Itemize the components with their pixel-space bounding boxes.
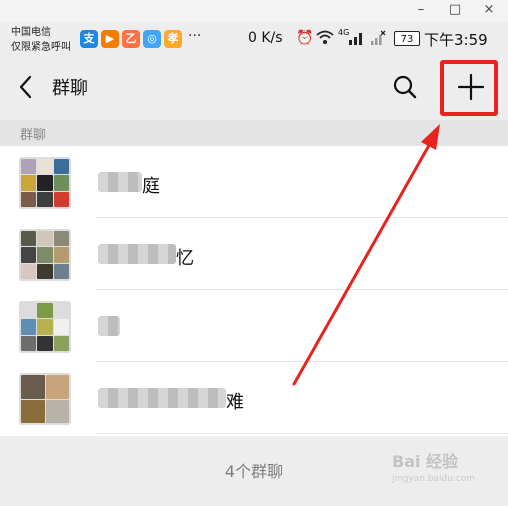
page-title: 群聊 <box>52 78 88 99</box>
no-signal-icon <box>370 30 386 50</box>
redacted-name <box>98 172 142 192</box>
section-header: 群聊 <box>0 120 508 146</box>
status-right: 0 K/s ⏰ 4G 73 下午3:59 <box>248 28 498 52</box>
carrier-info: 中国电信 仅限紧急呼叫 <box>11 25 71 55</box>
baidu-watermark: Bai 经验 jingyan.baidu.com <box>392 448 475 484</box>
clock: 下午3:59 <box>424 31 488 49</box>
status-bar: 中国电信 仅限紧急呼叫 支 ▶ 乙 ◎ 孝 ··· 0 K/s ⏰ 4G 73 … <box>0 22 508 62</box>
net-speed: 0 K/s <box>248 30 283 46</box>
group-name: 难 <box>226 392 244 413</box>
maximize-button[interactable]: □ <box>438 0 472 22</box>
watermark-url: jingyan.baidu.com <box>392 474 476 484</box>
group-avatar <box>19 157 71 209</box>
group-chat-item[interactable]: 忆 <box>0 218 508 290</box>
group-chat-item[interactable]: 难 <box>0 362 508 434</box>
minimize-button[interactable]: – <box>404 0 438 22</box>
carrier-status: 仅限紧急呼叫 <box>11 42 71 53</box>
redacted-name <box>98 316 120 336</box>
battery-indicator: 73 <box>394 31 420 46</box>
notify-app-icon: 乙 <box>122 30 140 48</box>
shop-app-icon: 孝 <box>164 30 182 48</box>
highlight-box <box>440 60 498 116</box>
section-label: 群聊 <box>20 128 47 143</box>
watermark-brand: Bai 经验 <box>392 452 459 471</box>
redacted-name <box>98 244 176 264</box>
group-chat-list: 庭 忆 难 <box>0 146 508 436</box>
redacted-name <box>98 388 226 408</box>
app-header: 群聊 <box>0 62 508 114</box>
signal-icon <box>348 30 364 50</box>
back-button[interactable] <box>14 72 38 102</box>
browser-app-icon: ◎ <box>143 30 161 48</box>
window-titlebar: – □ × <box>0 0 508 22</box>
group-name: 庭 <box>142 176 160 197</box>
more-notifications-icon: ··· <box>188 28 202 44</box>
wifi-icon <box>316 30 334 50</box>
carrier-name: 中国电信 <box>11 27 51 38</box>
alarm-icon: ⏰ <box>296 30 314 46</box>
group-chat-item[interactable] <box>0 290 508 362</box>
search-button[interactable] <box>392 74 418 100</box>
alipay-icon: 支 <box>80 30 98 48</box>
group-name: 忆 <box>176 248 194 269</box>
group-chat-item[interactable]: 庭 <box>0 146 508 218</box>
close-button[interactable]: × <box>472 0 506 22</box>
chevron-left-icon <box>19 75 32 99</box>
group-avatar <box>19 373 71 425</box>
group-avatar <box>19 301 71 353</box>
video-app-icon: ▶ <box>101 30 119 48</box>
search-icon <box>393 75 417 99</box>
group-avatar <box>19 229 71 281</box>
